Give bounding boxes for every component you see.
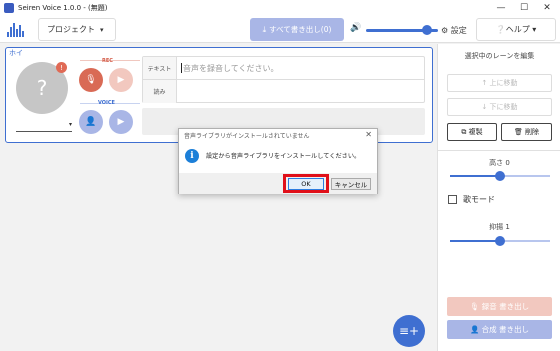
- play-icon: ▶: [117, 75, 125, 85]
- text-row-label: テキスト: [143, 57, 177, 79]
- pitch-thumb[interactable]: [495, 171, 505, 181]
- add-list-icon: ≡+: [398, 324, 420, 338]
- project-label: プロジェクト: [47, 25, 95, 34]
- synthesize-button[interactable]: 👤: [79, 110, 103, 134]
- duplicate-button[interactable]: ⧉ 複製: [447, 123, 497, 141]
- rec-label: REC: [102, 58, 113, 64]
- move-down-button[interactable]: ↓ 下に移動: [447, 98, 552, 116]
- window-title: Seiren Voice 1.0.0 - (無題): [18, 4, 108, 12]
- app-icon: [4, 3, 14, 13]
- dialog-close-button[interactable]: ✕: [365, 130, 372, 139]
- dialog-footer: OK キャンセル: [179, 173, 377, 194]
- intonation-thumb[interactable]: [495, 236, 505, 246]
- chevron-down-icon: ▾: [68, 121, 72, 128]
- add-lane-button[interactable]: ≡+: [393, 315, 425, 347]
- dialog-body: i 設定から音声ライブラリをインストールしてください。: [179, 141, 377, 173]
- chevron-down-icon: ▾: [100, 25, 104, 34]
- cancel-button[interactable]: キャンセル: [331, 178, 371, 190]
- volume-thumb[interactable]: [422, 25, 433, 35]
- text-cursor: [181, 63, 182, 73]
- text-row: テキスト 音声を録音してください。: [143, 57, 424, 80]
- speaker-icon: 🔊: [350, 23, 362, 33]
- intonation-label: 抑揚 1: [489, 223, 510, 231]
- ok-button[interactable]: OK: [288, 178, 324, 190]
- toolbar: プロジェクト ▾ ⤓ すべて書き出し(0) 🔊 ⚙ 設定 ❔ヘルプ ▾: [0, 16, 560, 43]
- settings-button[interactable]: ⚙ 設定: [441, 25, 467, 36]
- text-editor: テキスト 音声を録音してください。 読み: [142, 56, 425, 103]
- panel-title: 選択中のレーンを編集: [464, 52, 535, 60]
- reading-input[interactable]: [177, 80, 424, 103]
- divider: [438, 150, 560, 151]
- dialog-message: 設定から音声ライブラリをインストールしてください。: [206, 153, 361, 160]
- info-icon: i: [185, 149, 199, 163]
- intonation-slider[interactable]: [450, 236, 550, 246]
- play-recording-button[interactable]: ▶: [109, 68, 133, 92]
- mic-icon: 🎙: [85, 75, 97, 85]
- volume-control[interactable]: 🔊: [350, 23, 440, 36]
- play-voice-button[interactable]: ▶: [109, 110, 133, 134]
- reading-row: 読み: [143, 80, 424, 103]
- voice-label: VOICE: [98, 100, 115, 106]
- pitch-fill: [450, 175, 500, 177]
- record-button[interactable]: 🎙: [79, 68, 103, 92]
- lane-area: ホイ ? ! ▾ REC 🎙 ▶ VOICE 👤 ▶ テキスト 音声を録音してく…: [0, 44, 436, 351]
- close-button[interactable]: ✕: [536, 0, 558, 16]
- export-all-button[interactable]: ⤓ すべて書き出し(0): [250, 18, 344, 41]
- song-mode-checkbox[interactable]: 歌モード: [448, 194, 495, 205]
- export-icon: ⤓: [262, 24, 267, 34]
- lane-edit-panel: 選択中のレーンを編集 ↑ 上に移動 ↓ 下に移動 ⧉ 複製 🗑 削除 高さ 0 …: [437, 44, 560, 351]
- pitch-label: 高さ 0: [489, 159, 510, 167]
- project-menu-button[interactable]: プロジェクト ▾: [38, 18, 116, 41]
- song-mode-label: 歌モード: [463, 195, 495, 204]
- export-all-label: すべて書き出し(0): [269, 25, 332, 34]
- title-bar: Seiren Voice 1.0.0 - (無題) — ☐ ✕: [0, 0, 560, 16]
- logo-icon: [7, 22, 27, 37]
- delete-button[interactable]: 🗑 削除: [501, 123, 552, 141]
- checkbox-box[interactable]: [448, 195, 457, 204]
- help-menu-button[interactable]: ❔ヘルプ ▾: [476, 18, 556, 41]
- export-recording-button[interactable]: 🎙 録音 書き出し: [447, 297, 552, 316]
- reading-row-label: 読み: [143, 80, 177, 103]
- voice-icon: 👤: [85, 117, 97, 127]
- play-icon: ▶: [117, 117, 125, 127]
- warning-badge: !: [56, 62, 67, 73]
- dialog-title: 音声ライブラリがインストールされていません: [184, 133, 310, 140]
- minimize-button[interactable]: —: [490, 0, 512, 16]
- move-up-button[interactable]: ↑ 上に移動: [447, 74, 552, 92]
- intonation-fill: [450, 240, 500, 242]
- text-input[interactable]: 音声を録音してください。: [177, 57, 424, 79]
- text-placeholder: 音声を録音してください。: [183, 63, 279, 73]
- alert-dialog: 音声ライブラリがインストールされていません ✕ i 設定から音声ライブラリをイン…: [178, 128, 378, 194]
- pitch-slider[interactable]: [450, 171, 550, 181]
- maximize-button[interactable]: ☐: [513, 0, 535, 16]
- lane-name: ホイ: [9, 49, 23, 57]
- speaker-select[interactable]: ▾: [16, 120, 72, 132]
- export-synthesis-button[interactable]: 👤 合成 書き出し: [447, 320, 552, 339]
